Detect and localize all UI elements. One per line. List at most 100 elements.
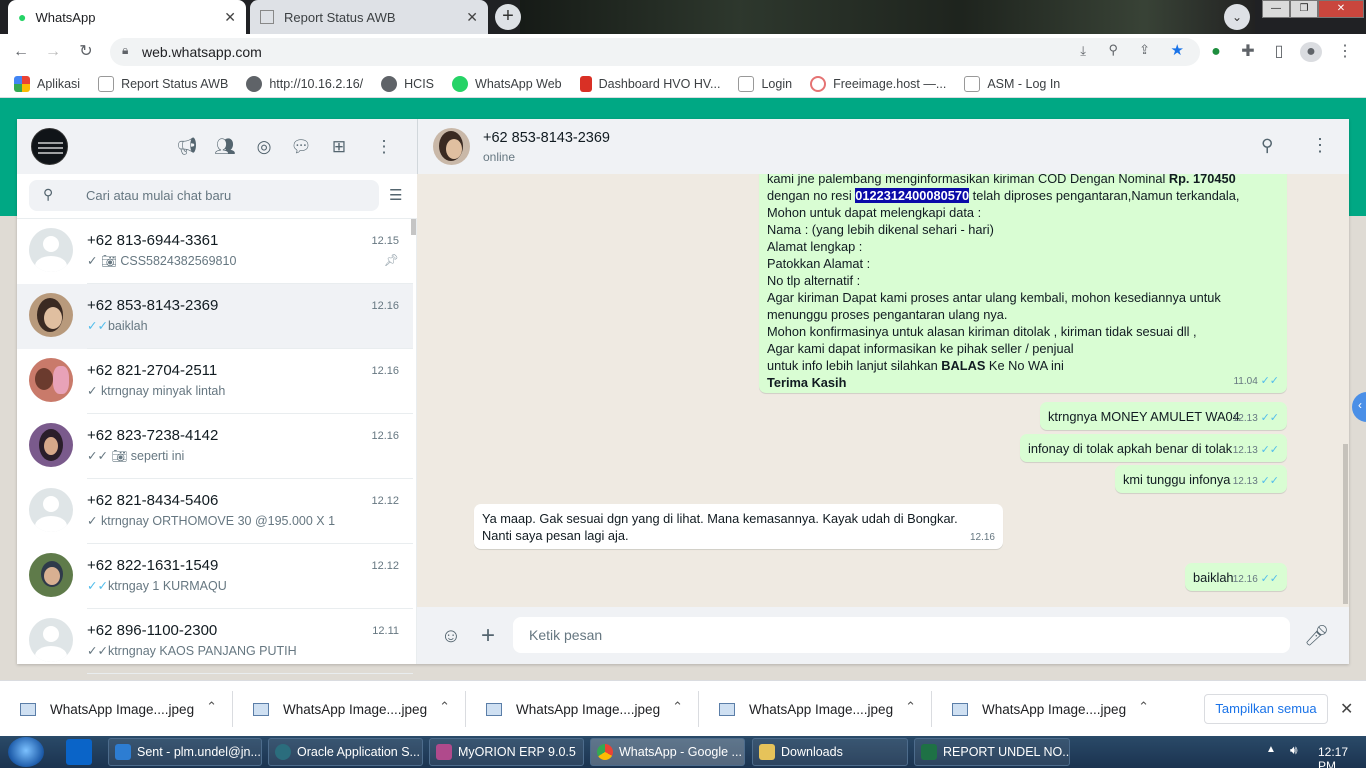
bookmark-asm[interactable]: ASM - Log In <box>964 75 1060 92</box>
attach-icon[interactable]: + <box>476 624 500 648</box>
message-bubble-outgoing[interactable]: ktrngnya MONEY AMULET WA04 12.13 ✓✓ <box>1040 402 1287 430</box>
chevron-up-icon[interactable]: ⌃ <box>206 699 217 715</box>
list-item[interactable]: +62 823-7238-4142 12.16 ✓✓ 📷︎ seperti in… <box>17 414 413 479</box>
new-chat-icon[interactable]: ⊞ <box>328 136 350 158</box>
search-icon[interactable]: ⚲ <box>1261 136 1273 156</box>
delivered-tick-icon: ✓✓ <box>87 644 108 658</box>
bookmark-whatsapp-web[interactable]: WhatsApp Web <box>452 75 562 92</box>
sidepanel-icon[interactable]: ▯ <box>1268 42 1290 62</box>
channels-icon[interactable]: 💬︎ <box>290 136 312 158</box>
communities-icon[interactable]: 👥︎ <box>214 136 236 158</box>
download-item[interactable]: WhatsApp Image....jpeg ⌃ <box>699 681 932 737</box>
forward-icon[interactable]: → <box>42 42 64 62</box>
back-icon[interactable]: ← <box>10 42 32 62</box>
show-all-button[interactable]: Tampilkan semua <box>1204 694 1328 724</box>
chevron-up-icon[interactable]: ⌃ <box>1138 699 1149 715</box>
image-file-icon <box>952 702 968 716</box>
tab-search-button[interactable]: ⌄ <box>1224 4 1250 30</box>
microphone-icon[interactable]: 🎤︎ <box>1304 624 1329 648</box>
message-bubble-outgoing[interactable]: baiklah 12.16 ✓✓ <box>1185 563 1287 591</box>
install-icon[interactable]: ⤓ <box>1080 43 1086 59</box>
bookmark-ip[interactable]: http://10.16.2.16/ <box>246 75 363 92</box>
read-tick-icon: ✓✓ <box>1260 475 1279 487</box>
bookmark-report-status[interactable]: Report Status AWB <box>98 75 228 92</box>
download-item[interactable]: WhatsApp Image....jpeg ⌃ <box>233 681 466 737</box>
bookmark-apps[interactable]: Aplikasi <box>14 75 80 92</box>
bookmark-dashboard[interactable]: Dashboard HVO HV... <box>579 75 720 92</box>
list-item[interactable]: +62 813-6944-3361 12.15 ✓ 📷︎ CSS58243825… <box>17 219 413 284</box>
page-icon <box>964 75 981 92</box>
avatar[interactable] <box>433 128 470 165</box>
list-item[interactable]: +62 821-2704-2511 12.16 ✓ ktrngnay minya… <box>17 349 413 414</box>
message-text: baiklah <box>1193 570 1234 585</box>
minimize-button[interactable]: — <box>1262 0 1290 18</box>
taskbar-item-oracle[interactable]: Oracle Application S... <box>268 738 423 766</box>
chevron-up-icon[interactable]: ⌃ <box>672 699 683 715</box>
read-tick-icon: ✓✓ <box>1260 412 1279 424</box>
maximize-button[interactable]: ❐ <box>1290 0 1318 18</box>
chevron-up-icon[interactable]: ⌃ <box>905 699 916 715</box>
taskbar-item-outlook[interactable]: Sent - plm.undel@jn... <box>108 738 262 766</box>
megaphone-icon[interactable]: 📢︎ <box>176 136 198 158</box>
outlook-icon[interactable] <box>66 739 92 765</box>
filter-icon[interactable]: ☰ <box>389 186 402 204</box>
page-icon <box>738 75 755 92</box>
close-icon[interactable]: ✕ <box>1340 699 1353 719</box>
avatar[interactable] <box>31 128 68 165</box>
bookmark-hcis[interactable]: HCIS <box>381 75 434 92</box>
zoom-icon[interactable]: ⚲ <box>1108 42 1118 58</box>
read-tick-icon: ✓✓ <box>1260 444 1279 456</box>
message-time: 12.16 <box>969 532 995 543</box>
search-input[interactable]: ⚲ Cari atau mulai chat baru <box>29 180 379 211</box>
message-input[interactable]: Ketik pesan <box>513 617 1290 653</box>
list-item[interactable]: +62 896-1100-2300 12.11 ✓✓ktrngnay KAOS … <box>17 609 413 674</box>
oracle-icon <box>275 744 291 760</box>
message-bubble-outgoing[interactable]: kami jne palembang menginformasikan kiri… <box>759 174 1287 393</box>
taskbar-item-chrome[interactable]: WhatsApp - Google ... <box>590 738 745 766</box>
address-bar[interactable]: 🔒︎ web.whatsapp.com ⤓ ⚲ ⇪ ★ <box>110 38 1200 66</box>
list-item[interactable]: +62 822-1631-1549 12.12 ✓✓ktrngay 1 KURM… <box>17 544 413 609</box>
message-time: 11.04 ✓✓ <box>1233 375 1279 387</box>
emoji-icon[interactable]: ☺ <box>439 624 463 648</box>
menu-icon[interactable]: ⋮ <box>1334 42 1356 62</box>
message-bubble-outgoing[interactable]: kmi tunggu infonya 12.13 ✓✓ <box>1115 465 1287 493</box>
bookmark-star-icon[interactable]: ★ <box>1171 41 1184 59</box>
scrollbar[interactable] <box>411 219 416 235</box>
message-time: 12.13 ✓✓ <box>1232 444 1279 456</box>
menu-icon[interactable]: ⋮ <box>1311 135 1329 156</box>
camera-icon: 📷︎ <box>100 254 117 268</box>
list-item[interactable]: +62 853-8143-2369 12.16 ✓✓baiklah <box>17 284 413 349</box>
tab-report-status[interactable]: Report Status AWB ✕ <box>250 0 488 34</box>
avatar <box>29 358 73 402</box>
taskbar-item-excel[interactable]: REPORT UNDEL NO... <box>914 738 1070 766</box>
close-icon[interactable]: ✕ <box>466 9 478 26</box>
window-close-button[interactable]: ✕ <box>1318 0 1364 18</box>
taskbar-item-downloads[interactable]: Downloads <box>752 738 908 766</box>
search-placeholder: Cari atau mulai chat baru <box>86 188 232 203</box>
download-item[interactable]: WhatsApp Image....jpeg ⌃ <box>0 681 233 737</box>
conversation-header[interactable]: +62 853-8143-2369 online ⚲ ⋮ <box>417 119 1349 174</box>
reload-icon[interactable]: ↻ <box>75 42 97 62</box>
bookmark-login[interactable]: Login <box>738 75 792 92</box>
volume-icon[interactable]: 🔊︎ <box>1290 743 1298 758</box>
menu-icon[interactable]: ⋮ <box>373 136 395 158</box>
download-item[interactable]: WhatsApp Image....jpeg ⌃ <box>466 681 699 737</box>
list-item[interactable]: +62 821-8434-5406 12.12 ✓ ktrngnay ORTHO… <box>17 479 413 544</box>
tray-arrow-icon[interactable]: ▲ <box>1266 744 1276 755</box>
message-bubble-incoming[interactable]: Ya maap. Gak sesuai dgn yang di lihat. M… <box>474 504 1003 549</box>
extension-icon[interactable]: ● <box>1205 42 1227 62</box>
profile-icon[interactable]: ● <box>1300 42 1322 62</box>
bookmark-freeimage[interactable]: Freeimage.host —... <box>810 75 946 92</box>
scrollbar[interactable] <box>1343 444 1348 604</box>
message-bubble-outgoing[interactable]: infonay di tolak apkah benar di tolak 12… <box>1020 434 1287 462</box>
new-tab-button[interactable]: + <box>495 4 521 30</box>
tab-whatsapp[interactable]: ● WhatsApp ✕ <box>8 0 246 34</box>
status-icon[interactable]: ◎ <box>253 136 275 158</box>
taskbar-item-myorion[interactable]: MyORION ERP 9.0.5 <box>429 738 584 766</box>
puzzle-icon[interactable]: ✚ <box>1237 42 1259 62</box>
share-icon[interactable]: ⇪ <box>1139 42 1150 58</box>
chevron-up-icon[interactable]: ⌃ <box>439 699 450 715</box>
start-button[interactable] <box>8 737 44 767</box>
download-item[interactable]: WhatsApp Image....jpeg ⌃ <box>932 681 1165 737</box>
close-icon[interactable]: ✕ <box>224 9 236 26</box>
